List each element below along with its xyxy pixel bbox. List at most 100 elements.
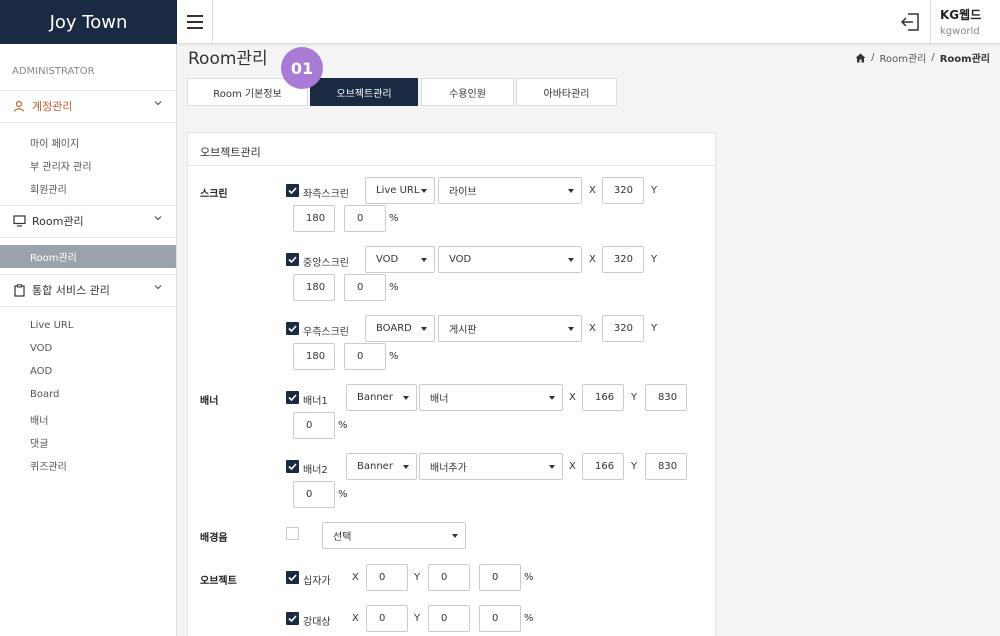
divider xyxy=(0,122,176,123)
percent-label: % xyxy=(389,213,399,224)
sidebar-item-live-url[interactable]: Live URL xyxy=(30,320,73,331)
banner1-y-input[interactable]: 830 xyxy=(645,384,687,411)
chevron-down-icon xyxy=(154,101,162,106)
left-screen-label: 좌측스크린 xyxy=(303,189,349,200)
check-icon xyxy=(288,574,297,581)
sidebar-item-room-manage[interactable]: Room관리 xyxy=(0,245,176,268)
percent-label: % xyxy=(338,420,348,431)
right-screen-checkbox[interactable] xyxy=(286,322,299,335)
select-value: 라이브 xyxy=(449,187,477,198)
check-icon xyxy=(288,615,297,622)
panel-title: 오브젝트관리 xyxy=(188,133,715,166)
bgm-section-label: 배경음 xyxy=(200,533,228,544)
left-screen-content-select[interactable]: 라이브 xyxy=(438,177,582,204)
sidebar-group-services[interactable]: 통합 서비스 관리 xyxy=(0,275,176,305)
sidebar-item-vod[interactable]: VOD xyxy=(30,343,52,354)
cross-checkbox[interactable] xyxy=(286,571,299,584)
user-box[interactable]: KG웹드 kgworld xyxy=(930,0,1000,44)
center-screen-checkbox[interactable] xyxy=(286,253,299,266)
y-axis-label: Y xyxy=(631,392,638,403)
banner2-x-input[interactable]: 166 xyxy=(582,453,624,480)
sidebar-item-board[interactable]: Board xyxy=(30,389,59,400)
right-screen-z-input[interactable]: 0 xyxy=(344,343,386,370)
tab-avatar-manage[interactable]: 아바타관리 xyxy=(516,78,617,106)
y-axis-label: Y xyxy=(651,254,658,265)
sidebar-group-label: 통합 서비스 관리 xyxy=(32,284,110,297)
right-screen-type-select[interactable]: BOARD xyxy=(365,315,435,342)
cross-label: 십자가 xyxy=(303,576,331,587)
pulpit-checkbox[interactable] xyxy=(286,612,299,625)
caret-down-icon xyxy=(549,396,555,400)
bgm-checkbox[interactable] xyxy=(286,527,299,540)
banner1-label: 배너1 xyxy=(303,396,328,407)
sidebar-item-members[interactable]: 회원관리 xyxy=(30,181,67,196)
cross-x-input[interactable]: 0 xyxy=(366,564,408,591)
banner2-checkbox[interactable] xyxy=(286,460,299,473)
user-id: kgworld xyxy=(940,26,980,37)
select-value: Banner xyxy=(357,392,393,403)
right-screen-content-select[interactable]: 게시판 xyxy=(438,315,582,342)
breadcrumb-item[interactable]: Room관리 xyxy=(879,50,926,65)
banner1-content-select[interactable]: 배너 xyxy=(419,384,563,411)
banner1-checkbox[interactable] xyxy=(286,391,299,404)
left-screen-type-select[interactable]: Live URL xyxy=(365,177,435,204)
sidebar-group-account[interactable]: 계정관리 xyxy=(0,91,176,121)
pulpit-z-input[interactable]: 0 xyxy=(479,605,521,632)
monitor-icon xyxy=(12,214,26,228)
step-badge: 01 xyxy=(281,47,323,89)
right-screen-y-input[interactable]: 180 xyxy=(293,343,335,370)
cross-z-input[interactable]: 0 xyxy=(479,564,521,591)
home-icon[interactable] xyxy=(855,53,866,63)
center-screen-type-select[interactable]: VOD xyxy=(365,246,435,273)
left-screen-checkbox[interactable] xyxy=(286,184,299,197)
right-screen-x-input[interactable]: 320 xyxy=(602,315,644,342)
center-screen-content-select[interactable]: VOD xyxy=(438,246,582,273)
x-axis-label: X xyxy=(569,461,576,472)
tab-capacity[interactable]: 수용인원 xyxy=(421,78,514,106)
cross-y-input[interactable]: 0 xyxy=(428,564,470,591)
app-logo[interactable]: Joy Town xyxy=(0,0,177,44)
hamburger-icon[interactable] xyxy=(177,0,213,44)
select-value: Banner xyxy=(357,461,393,472)
banner2-type-select[interactable]: Banner xyxy=(346,453,417,480)
sidebar-group-room[interactable]: Room관리 xyxy=(0,206,176,236)
left-screen-x-input[interactable]: 320 xyxy=(602,177,644,204)
sidebar-item-quiz[interactable]: 퀴즈관리 xyxy=(30,458,67,473)
check-icon xyxy=(288,463,297,470)
center-screen-y-input[interactable]: 180 xyxy=(293,274,335,301)
select-value: 배너 xyxy=(430,394,449,405)
caret-down-icon xyxy=(568,189,574,193)
sidebar-item-mypage[interactable]: 마이 페이지 xyxy=(30,135,79,150)
banner2-y-input[interactable]: 830 xyxy=(645,453,687,480)
select-value: VOD xyxy=(376,254,399,265)
banner1-z-input[interactable]: 0 xyxy=(293,412,335,439)
breadcrumb-separator: / xyxy=(871,52,875,63)
banner2-content-select[interactable]: 배너추가 xyxy=(419,453,563,480)
percent-label: % xyxy=(338,489,348,500)
y-axis-label: Y xyxy=(414,572,421,583)
pulpit-y-input[interactable]: 0 xyxy=(428,605,470,632)
banner1-type-select[interactable]: Banner xyxy=(346,384,417,411)
center-screen-z-input[interactable]: 0 xyxy=(344,274,386,301)
center-screen-x-input[interactable]: 320 xyxy=(602,246,644,273)
banner-section-label: 배너 xyxy=(200,396,219,407)
y-axis-label: Y xyxy=(651,323,658,334)
sidebar-item-sub-admin[interactable]: 부 관리자 관리 xyxy=(30,158,92,173)
logout-icon[interactable] xyxy=(900,11,922,33)
left-screen-z-input[interactable]: 0 xyxy=(344,205,386,232)
breadcrumb-current: Room관리 xyxy=(939,54,990,65)
pulpit-x-input[interactable]: 0 xyxy=(366,605,408,632)
left-screen-y-input[interactable]: 180 xyxy=(293,205,335,232)
x-axis-label: X xyxy=(589,185,596,196)
bgm-select[interactable]: 선택 xyxy=(322,522,466,549)
sidebar-item-banner[interactable]: 배너 xyxy=(30,412,48,427)
x-axis-label: X xyxy=(589,323,596,334)
pulpit-label: 강대상 xyxy=(303,617,331,628)
tab-object-manage[interactable]: 오브젝트관리 xyxy=(310,78,418,106)
sidebar-item-aod[interactable]: AOD xyxy=(30,366,52,377)
banner2-z-input[interactable]: 0 xyxy=(293,481,335,508)
check-icon xyxy=(288,187,297,194)
sidebar-item-comments[interactable]: 댓글 xyxy=(30,435,48,450)
banner1-x-input[interactable]: 166 xyxy=(582,384,624,411)
y-axis-label: Y xyxy=(414,613,421,624)
